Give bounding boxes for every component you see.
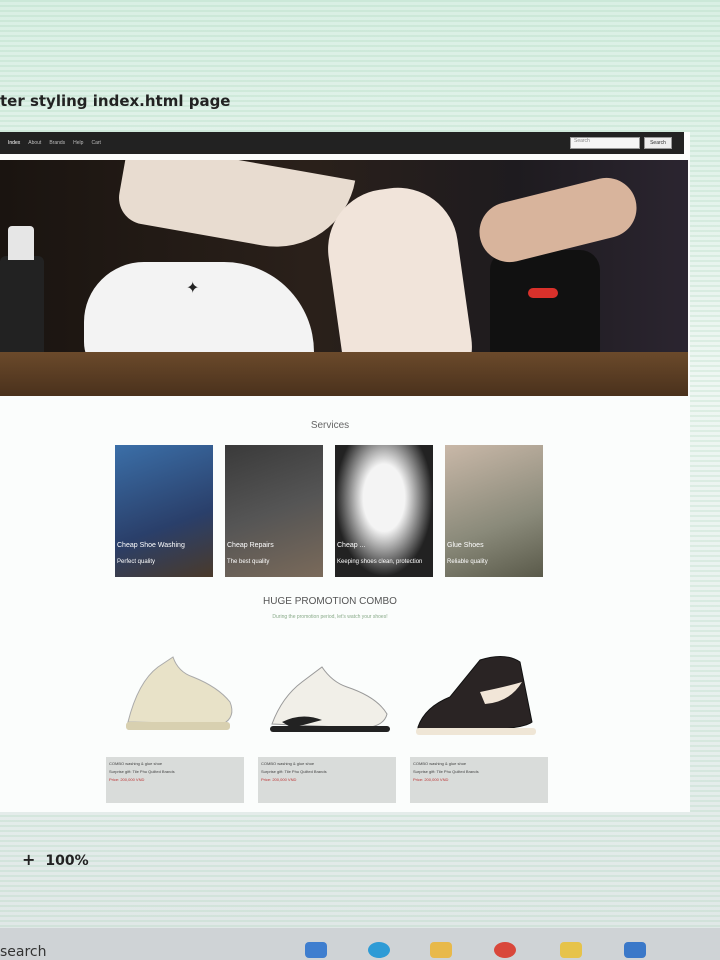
product-image[interactable]	[262, 642, 392, 742]
product-detail: Surprise gift: Tile Phu Quilted Brands	[261, 769, 327, 774]
zoom-control: +100%	[22, 850, 89, 869]
product-image[interactable]	[118, 642, 248, 742]
navbar: Index About Brands Help Cart Search Sear…	[0, 132, 684, 154]
vscode-icon[interactable]	[624, 942, 646, 958]
product-info-card[interactable]: COMBO washing & glue shoe Surprise gift:…	[106, 757, 244, 803]
cleaner-bottle	[0, 256, 44, 366]
nav-item-about[interactable]: About	[28, 140, 41, 146]
nav-item-index[interactable]: Index	[8, 140, 20, 146]
app-icon[interactable]	[560, 942, 582, 958]
document-title: ter styling index.html page	[0, 92, 231, 110]
product-info-card[interactable]: COMBO washing & glue shoe Surprise gift:…	[410, 757, 548, 803]
product-detail: Surprise gift: Tile Phu Quilted Brands	[413, 769, 479, 774]
zoom-level: 100%	[45, 853, 89, 869]
nav-item-cart[interactable]: Cart	[91, 140, 100, 146]
sneaker-icon	[126, 656, 233, 730]
edge-icon[interactable]	[368, 942, 390, 958]
product-name: COMBO washing & glue shoe	[413, 761, 467, 766]
service-sub: Keeping shoes clean, protection	[337, 559, 423, 565]
folder-icon[interactable]	[430, 942, 452, 958]
service-card[interactable]: Cheap ... Keeping shoes clean, protectio…	[335, 445, 433, 577]
services-title: Services	[310, 420, 350, 431]
taskbar-search[interactable]: search	[0, 944, 47, 960]
service-label: Cheap ...	[337, 542, 366, 549]
hero-image: ✦	[0, 160, 688, 396]
app-icon[interactable]	[305, 942, 327, 958]
service-card[interactable]: Glue Shoes Reliable quality	[445, 445, 543, 577]
product-image[interactable]	[410, 642, 540, 742]
jumpman-logo-icon: ✦	[186, 280, 200, 297]
service-sub: Reliable quality	[447, 559, 488, 565]
product-price: Price: 200,000 VND	[261, 777, 297, 782]
swoosh-icon	[528, 288, 558, 298]
promotion-title: HUGE PROMOTION COMBO	[263, 596, 397, 607]
product-price: Price: 200,000 VND	[413, 777, 449, 782]
promotion-subtitle: During the promotion period, let's watch…	[272, 614, 388, 620]
service-card[interactable]: Cheap Repairs The best quality	[225, 445, 323, 577]
nav-item-brands[interactable]: Brands	[49, 140, 65, 146]
service-sub: Perfect quality	[117, 559, 156, 565]
search-input[interactable]: Search	[570, 137, 640, 149]
service-sub: The best quality	[227, 559, 270, 565]
sneaker-icon	[270, 666, 390, 732]
nav-item-help[interactable]: Help	[73, 140, 83, 146]
zoom-in-button[interactable]: +	[22, 850, 35, 869]
service-card[interactable]: Cheap Shoe Washing Perfect quality	[115, 445, 213, 577]
search-button[interactable]: Search	[644, 137, 672, 149]
taskbar: search	[0, 928, 720, 960]
product-price: Price: 200,000 VND	[109, 777, 145, 782]
bottle-cap	[8, 226, 34, 260]
services-grid: Cheap Shoe Washing Perfect quality Cheap…	[115, 445, 547, 579]
product-detail: Surprise gift: Tile Phu Quilted Brands	[109, 769, 175, 774]
product-name: COMBO washing & glue shoe	[261, 761, 315, 766]
product-name: COMBO washing & glue shoe	[109, 761, 163, 766]
chrome-icon[interactable]	[494, 942, 516, 958]
hero-table	[0, 352, 688, 396]
hero-arm	[114, 160, 356, 260]
service-label: Cheap Shoe Washing	[117, 542, 185, 549]
sneaker-icon	[416, 656, 536, 735]
service-label: Glue Shoes	[447, 542, 484, 549]
product-info-card[interactable]: COMBO washing & glue shoe Surprise gift:…	[258, 757, 396, 803]
service-label: Cheap Repairs	[227, 542, 274, 549]
webpage-preview: Index About Brands Help Cart Search Sear…	[0, 132, 690, 812]
